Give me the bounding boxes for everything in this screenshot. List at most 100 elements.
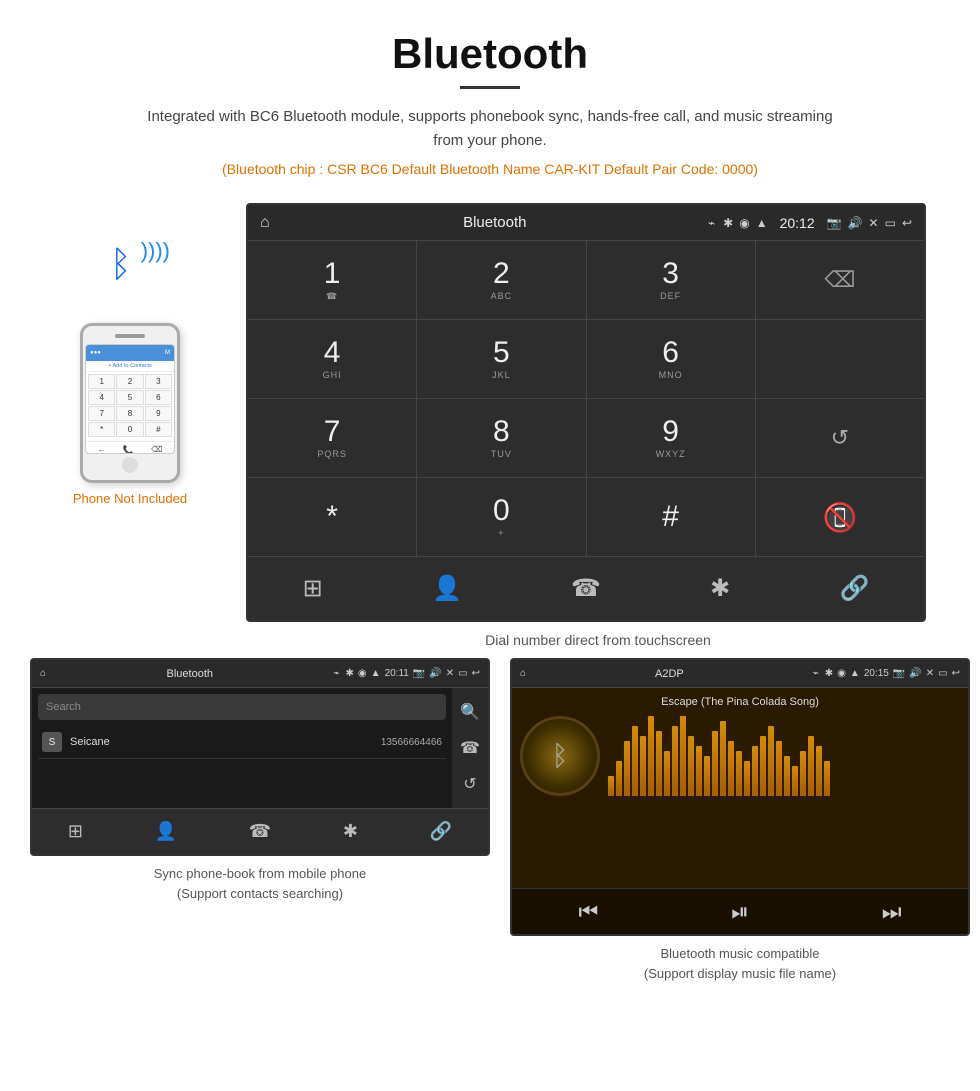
dial-2-sub: ABC [491, 291, 513, 301]
refresh-icon: ↺ [831, 425, 849, 451]
phonebook-statusbar: ⌂ Bluetooth ⌁ ✱ ◉ ▲ 20:11 📷 🔊 ✕ ▭ ↩ [32, 660, 488, 688]
dial-3-sub: DEF [660, 291, 681, 301]
pb-search-icon[interactable]: 🔍 [452, 694, 488, 730]
subtitle-text: Integrated with BC6 Bluetooth module, su… [140, 105, 840, 153]
car-volume-icon: 🔊 [848, 216, 863, 230]
phone-add-contact: + Add to Contacts [86, 361, 174, 372]
equalizer-area [608, 716, 960, 796]
dial-key-refresh[interactable]: ↺ [756, 399, 924, 477]
dial-key-hangup[interactable]: 📵 [756, 478, 924, 556]
pb-nav-contacts[interactable]: 👤 [155, 821, 177, 842]
dial-key-star[interactable]: * [248, 478, 416, 556]
music-screenshot-item: ⌂ A2DP ⌁ ✱ ◉ ▲ 20:15 📷 🔊 ✕ ▭ ↩ Escape (T… [510, 658, 970, 983]
pb-nav-bt[interactable]: ✱ [343, 821, 358, 842]
phone-screen: ●●● M + Add to Contacts 1 2 3 4 5 6 7 8 … [85, 344, 175, 454]
play-pause-button[interactable]: ⏯ [731, 899, 749, 925]
music-time: 20:15 [864, 668, 889, 679]
dial-key-7[interactable]: 7 PQRS [248, 399, 416, 477]
phone-key-0: 0 [116, 422, 143, 437]
dial-0-sub: + [498, 528, 504, 538]
dial-5-sub: JKL [492, 370, 511, 380]
phonebook-wrapper: Search S Seicane 13566664466 🔍 ☎ ↺ [32, 688, 488, 808]
nav-contacts-icon[interactable]: 👤 [424, 566, 470, 611]
car-location-icon: ◉ [739, 216, 749, 230]
nav-phone-icon[interactable]: ☎ [563, 566, 609, 611]
music-statusbar: ⌂ A2DP ⌁ ✱ ◉ ▲ 20:15 📷 🔊 ✕ ▭ ↩ [512, 660, 968, 688]
pb-screen-icon: ▭ [458, 668, 467, 679]
pb-close-icon: ✕ [446, 668, 454, 679]
pb-refresh-icon[interactable]: ↺ [455, 766, 484, 802]
music-content: Escape (The Pina Colada Song) ᛒ [512, 688, 968, 888]
music-home-icon: ⌂ [520, 668, 526, 679]
car-back-icon: ↩ [902, 216, 912, 230]
bottom-screenshots: ⌂ Bluetooth ⌁ ✱ ◉ ▲ 20:11 📷 🔊 ✕ ▭ ↩ [0, 648, 980, 1003]
dial-key-4[interactable]: 4 GHI [248, 320, 416, 398]
phonebook-right-nav: 🔍 ☎ ↺ [452, 688, 488, 808]
dial-9-sub: WXYZ [656, 449, 686, 459]
nav-link-icon[interactable]: 🔗 [832, 566, 878, 611]
dial-3-num: 3 [662, 259, 679, 289]
music-signal-icon: ▲ [850, 668, 860, 679]
phone-section: ᛒ )))) ●●● M + Add to Contacts 1 2 3 4 5… [30, 203, 230, 506]
dial-key-8[interactable]: 8 TUV [417, 399, 585, 477]
album-art: ᛒ [520, 716, 600, 796]
nav-bluetooth-icon[interactable]: ✱ [702, 566, 738, 611]
dial-key-1[interactable]: 1 ☎ [248, 241, 416, 319]
car-close-icon: ✕ [869, 216, 879, 230]
dial-key-backspace[interactable]: ⌫ [756, 241, 924, 319]
pb-nav-link[interactable]: 🔗 [430, 821, 452, 842]
album-bt-icon: ᛒ [552, 740, 569, 772]
dial-key-empty-1 [756, 320, 924, 398]
music-screen: ⌂ A2DP ⌁ ✱ ◉ ▲ 20:15 📷 🔊 ✕ ▭ ↩ Escape (T… [510, 658, 970, 936]
dial-hash-num: # [662, 502, 679, 532]
phone-key-2: 2 [116, 374, 143, 389]
dial-0-num: 0 [493, 496, 510, 526]
dial-8-sub: TUV [491, 449, 512, 459]
dial-6-sub: MNO [659, 370, 683, 380]
dial-key-3[interactable]: 3 DEF [587, 241, 755, 319]
dial-key-0[interactable]: 0 + [417, 478, 585, 556]
pb-nav-dialpad[interactable]: ⊞ [68, 821, 83, 842]
music-loc-icon: ◉ [837, 668, 846, 679]
dial-key-6[interactable]: 6 MNO [587, 320, 755, 398]
dial-7-num: 7 [324, 417, 341, 447]
car-statusbar: ⌂ Bluetooth ⌁ ✱ ◉ ▲ 20:12 📷 🔊 ✕ ▭ ↩ [248, 205, 924, 241]
pb-usb-icon: ⌁ [334, 668, 340, 679]
dial-4-num: 4 [324, 338, 341, 368]
pb-home-icon: ⌂ [40, 668, 46, 679]
phone-numpad: 1 2 3 4 5 6 7 8 9 * 0 # [86, 372, 174, 439]
car-screen-section: ⌂ Bluetooth ⌁ ✱ ◉ ▲ 20:12 📷 🔊 ✕ ▭ ↩ [246, 203, 950, 648]
search-bar[interactable]: Search [38, 694, 446, 720]
dial-9-num: 9 [662, 417, 679, 447]
main-caption: Dial number direct from touchscreen [246, 632, 950, 648]
car-screen: ⌂ Bluetooth ⌁ ✱ ◉ ▲ 20:12 📷 🔊 ✕ ▭ ↩ [246, 203, 926, 622]
next-track-button[interactable]: ⏭ [882, 899, 902, 925]
music-usb-icon: ⌁ [813, 668, 819, 679]
nav-dialpad-icon[interactable]: ⊞ [295, 566, 331, 611]
dial-key-5[interactable]: 5 JKL [417, 320, 585, 398]
phone-carrier: M [165, 350, 170, 356]
car-bluetooth-icon: ✱ [723, 216, 733, 230]
phone-delete-icon: ⌫ [151, 445, 162, 454]
car-home-icon: ⌂ [260, 214, 270, 232]
pb-nav-phone[interactable]: ☎ [249, 821, 271, 842]
pb-title: Bluetooth [52, 668, 327, 680]
dial-key-2[interactable]: 2 ABC [417, 241, 585, 319]
car-time: 20:12 [780, 215, 815, 231]
phonebook-screen: ⌂ Bluetooth ⌁ ✱ ◉ ▲ 20:11 📷 🔊 ✕ ▭ ↩ [30, 658, 490, 856]
prev-track-button[interactable]: ⏮ [578, 899, 598, 925]
contact-row[interactable]: S Seicane 13566664466 [38, 726, 446, 759]
phonebook-bottom-nav: ⊞ 👤 ☎ ✱ 🔗 [32, 808, 488, 854]
dial-1-sub: ☎ [326, 291, 338, 302]
music-song-title: Escape (The Pina Colada Song) [520, 696, 960, 708]
phone-network: ●●● [90, 350, 101, 356]
title-underline [460, 86, 520, 89]
dial-key-hash[interactable]: # [587, 478, 755, 556]
pb-call-icon[interactable]: ☎ [452, 730, 488, 766]
car-bottom-nav: ⊞ 👤 ☎ ✱ 🔗 [248, 556, 924, 620]
phone-key-1: 1 [88, 374, 115, 389]
dial-8-num: 8 [493, 417, 510, 447]
backspace-icon: ⌫ [824, 267, 855, 293]
phonebook-screenshot-item: ⌂ Bluetooth ⌁ ✱ ◉ ▲ 20:11 📷 🔊 ✕ ▭ ↩ [30, 658, 490, 983]
dial-key-9[interactable]: 9 WXYZ [587, 399, 755, 477]
